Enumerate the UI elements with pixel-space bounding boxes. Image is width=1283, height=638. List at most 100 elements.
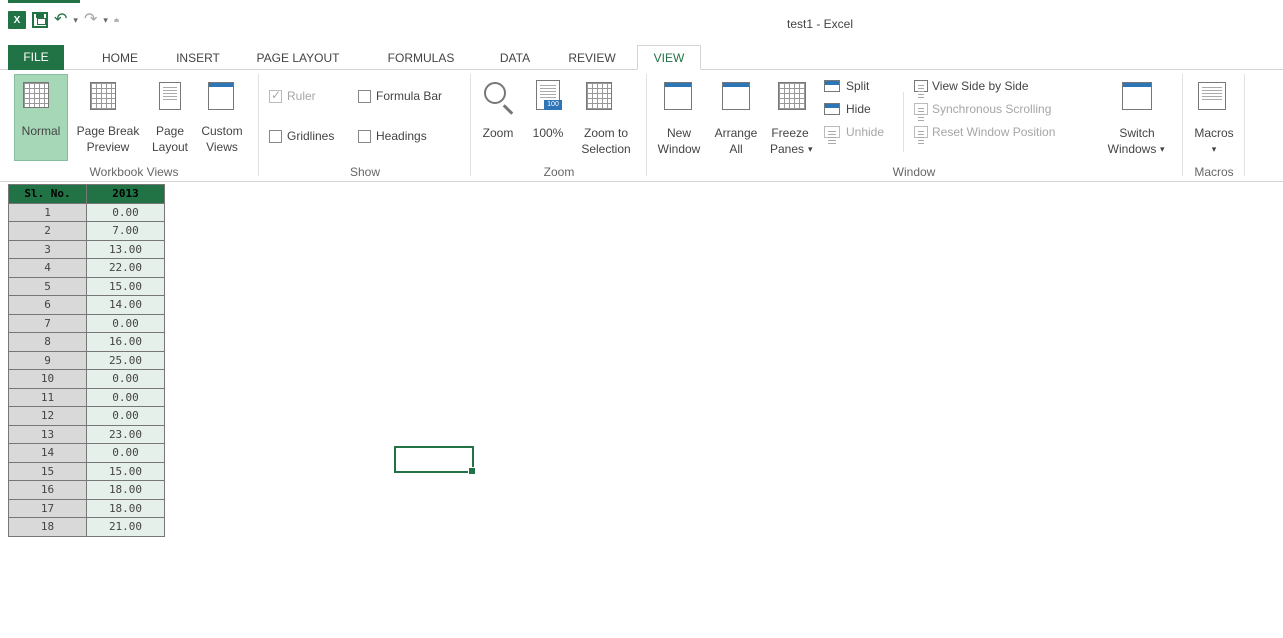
- value-cell[interactable]: 18.00: [86, 498, 165, 518]
- sl-no-cell[interactable]: 1: [8, 202, 87, 222]
- header-cell-2013[interactable]: 2013: [86, 184, 165, 204]
- value-cell[interactable]: 23.00: [86, 424, 165, 444]
- title-bar: X ↶ ▾ ↷ ▾ ⩧ test1 - Excel: [0, 0, 1283, 38]
- value-cell[interactable]: 21.00: [86, 517, 165, 537]
- table-row: 12 0.00: [8, 406, 165, 426]
- hide-button[interactable]: Hide: [846, 102, 871, 117]
- tab-file[interactable]: FILE: [8, 45, 64, 70]
- custom-views-label-2: Views: [206, 140, 238, 154]
- sl-no-cell[interactable]: 4: [8, 258, 87, 278]
- synchronous-scrolling-icon: [914, 103, 928, 115]
- custom-views-icon: [208, 82, 234, 110]
- custom-views-button[interactable]: Custom: [196, 124, 248, 139]
- header-cell-sl-no[interactable]: Sl. No.: [8, 184, 87, 204]
- sl-no-cell[interactable]: 3: [8, 239, 87, 259]
- window-group-label: Window: [892, 165, 936, 179]
- zoom-icon: [484, 82, 506, 104]
- ruler-checkbox[interactable]: [269, 88, 282, 103]
- freeze-panes-button[interactable]: Freeze: [762, 126, 818, 141]
- zoom-100-badge: 100: [544, 100, 562, 110]
- sl-no-cell[interactable]: 13: [8, 424, 87, 444]
- table-body: 1 0.00 2 7.00 3 13.00 4 22.00 5 15.00 6 14.00 7 0.00 8…: [8, 202, 165, 537]
- value-cell[interactable]: 0.00: [86, 202, 165, 222]
- value-cell[interactable]: 0.00: [86, 406, 165, 426]
- sl-no-cell[interactable]: 15: [8, 461, 87, 481]
- sl-no-cell[interactable]: 14: [8, 443, 87, 463]
- zoom-button[interactable]: Zoom: [476, 126, 520, 141]
- switch-windows-dropdown-icon[interactable]: ▾: [1160, 142, 1165, 157]
- group-separator: [258, 74, 259, 176]
- value-cell[interactable]: 14.00: [86, 295, 165, 315]
- tab-home[interactable]: HOME: [90, 47, 150, 69]
- tab-insert[interactable]: INSERT: [168, 47, 228, 69]
- macros-group-label: Macros: [1194, 165, 1234, 179]
- zoom-icon-handle: [502, 104, 514, 115]
- sl-no-cell[interactable]: 7: [8, 313, 87, 333]
- sl-no-cell[interactable]: 8: [8, 332, 87, 352]
- sl-no-cell[interactable]: 16: [8, 480, 87, 500]
- gridlines-checkbox[interactable]: [269, 130, 282, 143]
- normal-view-icon: [23, 82, 49, 108]
- table-row: 14 0.00: [8, 443, 165, 463]
- worksheet[interactable]: Sl. No. 2013 1 0.00 2 7.00 3 13.00 4 22.00 5 15.0…: [8, 184, 165, 537]
- freeze-panes-dropdown-icon[interactable]: ▾: [808, 142, 813, 157]
- workbook-views-group-label: Workbook Views: [89, 165, 179, 179]
- sl-no-cell[interactable]: 18: [8, 517, 87, 537]
- value-cell[interactable]: 22.00: [86, 258, 165, 278]
- value-cell[interactable]: 16.00: [86, 332, 165, 352]
- headings-checkbox[interactable]: [358, 130, 371, 143]
- value-cell[interactable]: 13.00: [86, 239, 165, 259]
- page-layout-button[interactable]: Page: [146, 124, 194, 139]
- split-button[interactable]: Split: [846, 79, 869, 94]
- tab-review[interactable]: REVIEW: [560, 47, 624, 69]
- sl-no-cell[interactable]: 6: [8, 295, 87, 315]
- synchronous-scrolling-button[interactable]: Synchronous Scrolling: [932, 102, 1051, 117]
- arrange-all-button[interactable]: Arrange: [708, 126, 764, 141]
- tab-formulas[interactable]: FORMULAS: [380, 47, 462, 69]
- tab-view[interactable]: VIEW: [637, 45, 701, 70]
- unhide-button[interactable]: Unhide: [846, 125, 884, 140]
- value-cell[interactable]: 0.00: [86, 313, 165, 333]
- split-icon: [824, 80, 840, 92]
- value-cell[interactable]: 15.00: [86, 276, 165, 296]
- value-cell[interactable]: 15.00: [86, 461, 165, 481]
- page-break-preview-label-2: Preview: [86, 140, 130, 154]
- value-cell[interactable]: 0.00: [86, 369, 165, 389]
- active-cell[interactable]: [394, 446, 476, 475]
- window-inner-separator: [903, 92, 904, 152]
- sl-no-cell[interactable]: 17: [8, 498, 87, 518]
- zoom-to-selection-button[interactable]: Zoom to: [572, 126, 640, 141]
- value-cell[interactable]: 0.00: [86, 443, 165, 463]
- view-side-by-side-button[interactable]: View Side by Side: [932, 79, 1029, 94]
- table-row: 18 21.00: [8, 517, 165, 537]
- sl-no-cell[interactable]: 9: [8, 350, 87, 370]
- new-window-button[interactable]: New: [654, 126, 704, 141]
- macros-button[interactable]: Macros: [1188, 126, 1240, 141]
- ruler-label: Ruler: [287, 89, 316, 103]
- table-row: 2 7.00: [8, 221, 165, 241]
- value-cell[interactable]: 0.00: [86, 387, 165, 407]
- freeze-panes-label-2: Panes: [769, 142, 805, 156]
- value-cell[interactable]: 25.00: [86, 350, 165, 370]
- sl-no-cell[interactable]: 5: [8, 276, 87, 296]
- table-row: 9 25.00: [8, 350, 165, 370]
- sl-no-cell[interactable]: 12: [8, 406, 87, 426]
- sl-no-cell[interactable]: 11: [8, 387, 87, 407]
- value-cell[interactable]: 7.00: [86, 221, 165, 241]
- formula-bar-checkbox[interactable]: [358, 90, 371, 103]
- switch-windows-button[interactable]: Switch: [1104, 126, 1170, 141]
- tab-page-layout[interactable]: PAGE LAYOUT: [252, 47, 344, 69]
- sl-no-cell[interactable]: 10: [8, 369, 87, 389]
- switch-windows-label-2: Windows: [1107, 142, 1157, 156]
- hide-icon: [824, 103, 840, 115]
- zoom-100-button[interactable]: 100%: [526, 126, 570, 141]
- table-row: 17 18.00: [8, 498, 165, 518]
- reset-window-position-button[interactable]: Reset Window Position: [932, 125, 1055, 140]
- macros-dropdown-icon[interactable]: ▾: [1188, 142, 1240, 157]
- tab-data[interactable]: DATA: [490, 47, 540, 69]
- page-break-preview-button[interactable]: Page Break: [70, 124, 146, 139]
- table-row: 10 0.00: [8, 369, 165, 389]
- group-separator: [1182, 74, 1183, 176]
- sl-no-cell[interactable]: 2: [8, 221, 87, 241]
- value-cell[interactable]: 18.00: [86, 480, 165, 500]
